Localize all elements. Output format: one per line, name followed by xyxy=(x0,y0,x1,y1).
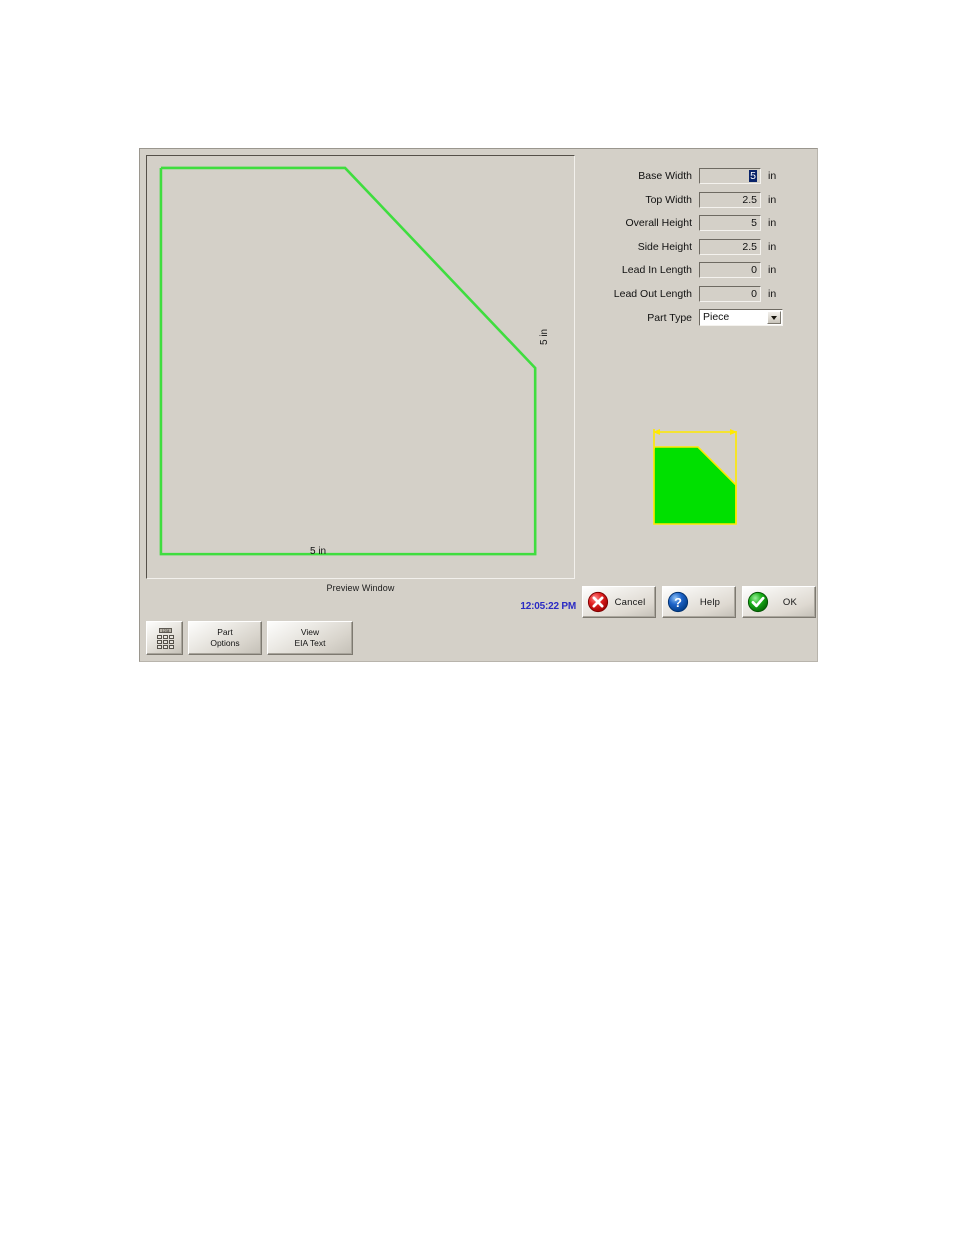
lead-out-length-input[interactable]: 0 xyxy=(699,285,761,302)
view-eia-label-line1: View xyxy=(300,627,320,638)
help-icon: ? xyxy=(667,591,689,613)
preview-height-dimension-label: 5 in xyxy=(539,328,550,345)
preview-shape-canvas xyxy=(159,166,537,556)
base-width-label: Base Width xyxy=(638,170,692,182)
part-definition-dialog: 5 in 5 in Preview Window 12:05:22 PM 123… xyxy=(139,148,818,662)
side-height-input[interactable]: 2.5 xyxy=(699,238,761,255)
keypad-key xyxy=(156,640,162,644)
action-button-row: Cancel ? Help OK xyxy=(582,586,816,618)
field-row-top-width: Top Width 2.5 in xyxy=(588,191,808,209)
base-width-unit: in xyxy=(768,170,777,182)
tool-button-row: 1234 Part Options View EIA Text xyxy=(146,621,353,655)
keypad-key xyxy=(162,640,168,644)
top-width-label: Top Width xyxy=(645,193,692,206)
field-row-base-width: Base Width 5 in xyxy=(588,167,808,185)
clock-display: 12:05:22 PM xyxy=(520,601,576,612)
keypad-key xyxy=(156,635,162,639)
part-type-value: Piece xyxy=(703,311,730,324)
keypad-button[interactable]: 1234 xyxy=(146,621,183,655)
keypad-display: 1234 xyxy=(158,628,172,633)
ok-icon xyxy=(747,591,769,613)
view-eia-text-button[interactable]: View EIA Text xyxy=(267,621,353,655)
overall-height-unit: in xyxy=(768,217,777,230)
cancel-button[interactable]: Cancel xyxy=(582,586,656,618)
base-width-value: 5 xyxy=(749,170,757,182)
keypad-key xyxy=(156,645,162,649)
ok-button[interactable]: OK xyxy=(742,586,816,618)
lead-out-length-unit: in xyxy=(768,287,777,300)
cancel-label: Cancel xyxy=(614,596,646,608)
preview-window-caption: Preview Window xyxy=(326,583,395,593)
keypad-key xyxy=(168,640,174,644)
keypad-key xyxy=(168,635,174,639)
part-type-select[interactable]: Piece xyxy=(699,309,783,327)
field-row-overall-height: Overall Height 5 in xyxy=(588,214,808,232)
part-parameters-form: Base Width 5 in Top Width 2.5 in Overall… xyxy=(588,167,808,332)
part-options-label-line1: Part xyxy=(217,627,233,638)
svg-text:?: ? xyxy=(674,595,682,610)
help-label: Help xyxy=(699,596,721,608)
lead-in-length-input[interactable]: 0 xyxy=(699,262,761,279)
keypad-key xyxy=(162,645,168,649)
lead-out-length-label: Lead Out Length xyxy=(613,287,692,300)
lead-in-length-unit: in xyxy=(768,264,777,277)
preview-width-dimension-label: 5 in xyxy=(310,546,327,557)
field-row-lead-in-length: Lead In Length 0 in xyxy=(588,261,808,279)
part-options-label-line2: Options xyxy=(210,638,240,648)
top-width-input[interactable]: 2.5 xyxy=(699,191,761,208)
side-height-unit: in xyxy=(768,240,777,253)
field-row-lead-out-length: Lead Out Length 0 in xyxy=(588,285,808,303)
thumbnail-part-fill xyxy=(654,447,736,524)
overall-height-input[interactable]: 5 xyxy=(699,215,761,232)
field-row-part-type: Part Type Piece xyxy=(588,309,808,327)
side-height-label: Side Height xyxy=(637,240,692,253)
cancel-icon xyxy=(587,591,609,613)
base-width-input[interactable]: 5 xyxy=(699,168,761,184)
keypad-key xyxy=(162,635,168,639)
part-options-button[interactable]: Part Options xyxy=(188,621,262,655)
view-eia-label-line2: EIA Text xyxy=(294,638,326,648)
chevron-down-icon[interactable] xyxy=(767,311,781,325)
lead-in-length-label: Lead In Length xyxy=(621,264,692,277)
field-row-side-height: Side Height 2.5 in xyxy=(588,238,808,256)
overall-height-label: Overall Height xyxy=(625,217,692,230)
part-outline-path xyxy=(159,166,537,556)
top-width-unit: in xyxy=(768,193,777,206)
ok-label: OK xyxy=(782,596,798,608)
keypad-icon: 1234 xyxy=(155,628,175,649)
part-thumbnail xyxy=(653,429,737,525)
help-button[interactable]: ? Help xyxy=(662,586,736,618)
preview-window-panel xyxy=(146,155,575,579)
keypad-key xyxy=(168,645,174,649)
part-type-label: Part Type xyxy=(647,311,692,324)
